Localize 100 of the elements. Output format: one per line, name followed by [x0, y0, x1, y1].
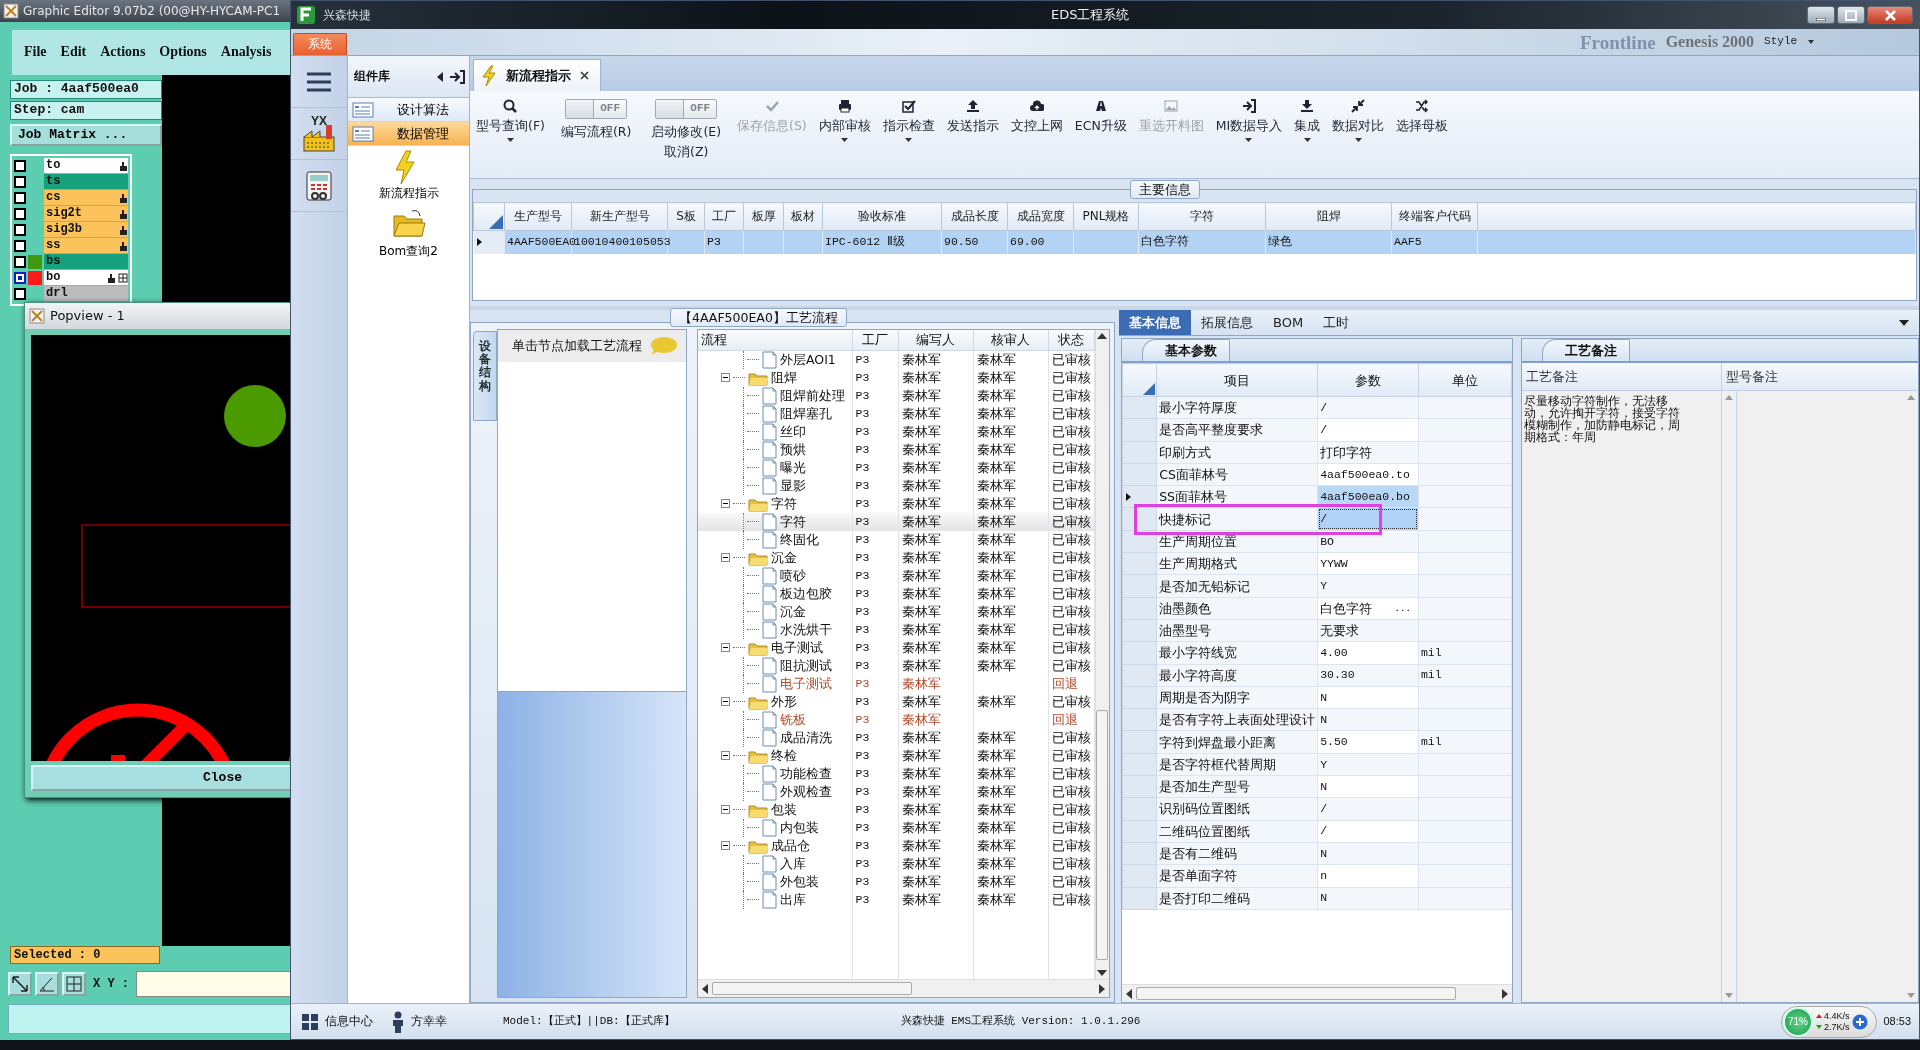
- collapse-icon[interactable]: [721, 805, 730, 814]
- tree-row[interactable]: 功能检查 P3 秦林军 秦林军 已审核: [698, 764, 1094, 783]
- zoom-fit-button[interactable]: [8, 972, 32, 996]
- step-name[interactable]: 曝光: [780, 460, 806, 475]
- column-header[interactable]: 型号备注: [1722, 363, 1782, 390]
- column-header[interactable]: 板厚: [743, 202, 784, 231]
- plus-icon[interactable]: [1852, 1013, 1869, 1030]
- column-header[interactable]: 终端客户代码: [1391, 202, 1478, 231]
- component-item[interactable]: Bom查询2: [348, 204, 469, 263]
- column-header[interactable]: 工厂: [704, 202, 744, 231]
- tree-row[interactable]: 电子测试 P3 秦林军 秦林军 已审核: [698, 638, 1094, 657]
- column-header[interactable]: 板材: [783, 202, 823, 231]
- step-name[interactable]: 预烘: [780, 442, 806, 457]
- column-header[interactable]: PNL规格: [1073, 202, 1139, 231]
- scroll-right-icon[interactable]: [1502, 988, 1508, 999]
- step-name[interactable]: 外包装: [780, 874, 819, 889]
- toolbar-button[interactable]: MI数据导入: [1209, 95, 1289, 146]
- column-header[interactable]: 状态: [1048, 330, 1094, 350]
- collapse-icon[interactable]: [721, 841, 730, 850]
- layer-checkbox[interactable]: [14, 255, 26, 268]
- collapse-icon[interactable]: [721, 643, 730, 652]
- column-header[interactable]: 编写人: [898, 330, 973, 350]
- tree-row[interactable]: 丝印 P3 秦林军 秦林军 已审核: [698, 422, 1094, 441]
- tree-row[interactable]: 外包装 P3 秦林军 秦林军 已审核: [698, 872, 1094, 891]
- info-center-link[interactable]: 信息中心: [325, 1014, 373, 1029]
- tree-row[interactable]: 字符 P3 秦林军 秦林军 已审核: [698, 494, 1094, 513]
- step-name[interactable]: 终检: [771, 748, 797, 763]
- toolbar-button[interactable]: 指示检查: [876, 95, 941, 146]
- pin-button[interactable]: [449, 69, 465, 84]
- job-matrix-button[interactable]: Job Matrix ...: [10, 124, 162, 146]
- layer-checkbox[interactable]: [14, 159, 26, 172]
- tab[interactable]: BOM: [1263, 310, 1314, 335]
- layer-row[interactable]: bs: [44, 254, 128, 270]
- tree-row[interactable]: 沉金 P3 秦林军 秦林军 已审核: [698, 602, 1094, 621]
- menu-item[interactable]: Options: [159, 44, 207, 61]
- step-name[interactable]: 出库: [780, 892, 806, 907]
- tab[interactable]: 基本信息: [1119, 310, 1191, 335]
- tree-row[interactable]: 出库 P3 秦林军 秦林军 已审核: [698, 890, 1094, 909]
- column-header[interactable]: 流程: [698, 330, 852, 350]
- step-name[interactable]: 成品清洗: [780, 730, 832, 745]
- layer-row[interactable]: bo: [44, 270, 128, 286]
- collapse-icon[interactable]: [721, 499, 730, 508]
- menu-item[interactable]: File: [24, 44, 47, 61]
- step-name[interactable]: 阻焊: [771, 370, 797, 385]
- tree-row[interactable]: 电子测试 P3 秦林军 回退: [698, 674, 1094, 693]
- layer-checkbox[interactable]: [14, 287, 26, 300]
- column-header[interactable]: 工厂: [852, 330, 898, 350]
- tree-row[interactable]: 沉金 P3 秦林军 秦林军 已审核: [698, 548, 1094, 567]
- tree-row[interactable]: 字符 P3 秦林军 秦林军 已审核: [698, 512, 1094, 531]
- step-name[interactable]: 电子测试: [780, 676, 832, 691]
- toolbar-button[interactable]: 文控上网: [1004, 95, 1069, 137]
- toolbar-button[interactable]: 取消(Z): [664, 144, 709, 159]
- menu-item[interactable]: Edit: [60, 44, 87, 61]
- toolbar-button[interactable]: 发送指示: [940, 95, 1005, 137]
- panel-tab[interactable]: 基本参数: [1142, 339, 1230, 361]
- toolbar-button[interactable]: 选择母板: [1390, 95, 1455, 137]
- scroll-right-icon[interactable]: [1099, 983, 1105, 994]
- layer-checkbox[interactable]: [14, 207, 26, 220]
- step-name[interactable]: 成品仓: [771, 838, 810, 853]
- column-header[interactable]: 生产型号: [504, 202, 572, 231]
- layer-row[interactable]: ss: [44, 238, 128, 254]
- tree-row[interactable]: 成品仓 P3 秦林军 秦林军 已审核: [698, 836, 1094, 855]
- step-name[interactable]: 字符: [780, 514, 806, 529]
- column-header[interactable]: 工艺备注: [1522, 363, 1722, 390]
- collapse-icon[interactable]: [721, 373, 730, 382]
- collapse-button[interactable]: [435, 70, 445, 83]
- step-name[interactable]: 沉金: [771, 550, 797, 565]
- close-button[interactable]: Close: [31, 765, 293, 791]
- column-header[interactable]: 成品宽度: [1007, 202, 1074, 231]
- tree-row[interactable]: 显影 P3 秦林军 秦林军 已审核: [698, 476, 1094, 495]
- tree-row[interactable]: 板边包胶 P3 秦林军 秦林军 已审核: [698, 584, 1094, 603]
- step-name[interactable]: 喷砂: [780, 568, 806, 583]
- layer-row[interactable]: sig2t: [44, 206, 128, 222]
- scroll-down-icon[interactable]: [1097, 970, 1108, 976]
- tree-row[interactable]: 曝光 P3 秦林军 秦林军 已审核: [698, 458, 1094, 477]
- column-header[interactable]: 单位: [1418, 363, 1512, 397]
- layer-checkbox[interactable]: [14, 239, 26, 252]
- angle-button[interactable]: [35, 972, 59, 996]
- step-name[interactable]: 外层AOI1: [780, 352, 836, 367]
- layer-checkbox[interactable]: [14, 191, 26, 204]
- layer-row[interactable]: ts: [44, 174, 128, 190]
- tree-row[interactable]: 预烘 P3 秦林军 秦林军 已审核: [698, 440, 1094, 459]
- minimize-button[interactable]: [1807, 6, 1835, 24]
- tree-row[interactable]: 阻焊塞孔 P3 秦林军 秦林军 已审核: [698, 404, 1094, 423]
- toolbar-button[interactable]: 集成: [1288, 95, 1327, 146]
- close-button[interactable]: [579, 70, 590, 81]
- toolbar-button[interactable]: 内部审核: [812, 95, 877, 146]
- tree-row[interactable]: 成品清洗 P3 秦林军 秦林军 已审核: [698, 728, 1094, 747]
- layer-checkbox[interactable]: [14, 223, 26, 236]
- column-header[interactable]: 参数: [1317, 363, 1419, 397]
- step-name[interactable]: 外观检查: [780, 784, 832, 799]
- document-tab[interactable]: 新流程指示: [473, 59, 601, 91]
- step-name[interactable]: 入库: [780, 856, 806, 871]
- step-name[interactable]: 电子测试: [771, 640, 823, 655]
- step-name[interactable]: 包装: [771, 802, 797, 817]
- panel-tab[interactable]: 工艺备注: [1542, 339, 1630, 361]
- component-item[interactable]: 新流程指示: [348, 146, 469, 205]
- tree-row[interactable]: 外形 P3 秦林军 秦林军 已审核: [698, 692, 1094, 711]
- collapse-icon[interactable]: [721, 751, 730, 760]
- grid-button[interactable]: [62, 972, 86, 996]
